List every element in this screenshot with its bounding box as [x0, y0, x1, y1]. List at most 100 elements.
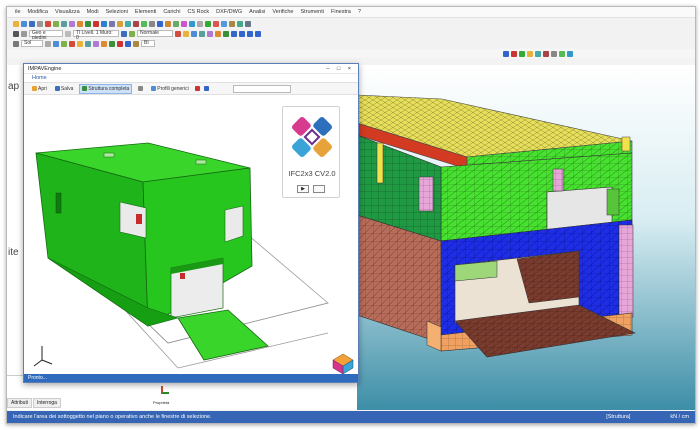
side-view-icon[interactable] [239, 30, 245, 37]
column-tool-icon[interactable] [535, 50, 541, 57]
dropdown-icon[interactable] [65, 30, 71, 37]
menu-item[interactable]: Elementi [135, 9, 156, 15]
wall-tool-icon[interactable] [519, 50, 525, 57]
search-input[interactable] [232, 84, 291, 93]
axes-icon[interactable] [223, 30, 229, 37]
node-tool-icon[interactable] [503, 50, 509, 57]
rotate-icon[interactable] [205, 20, 211, 27]
ortho-icon[interactable] [53, 40, 59, 47]
menu-item[interactable]: CS Rock [187, 9, 209, 15]
layer-icon[interactable] [221, 20, 227, 27]
beam-icon[interactable] [125, 20, 131, 27]
front-view-icon[interactable] [231, 30, 237, 37]
list-icon[interactable] [203, 86, 209, 91]
poly-icon[interactable] [93, 40, 99, 47]
level-combo[interactable]: Tl Livell. 1 Muro: 0 [73, 30, 119, 41]
extra-combo[interactable]: BI [141, 40, 155, 47]
model-icon[interactable] [85, 20, 91, 27]
circle-icon[interactable] [85, 40, 91, 47]
iso-view-icon[interactable] [255, 30, 261, 37]
dim-icon[interactable] [101, 40, 107, 47]
menu-item[interactable]: DXF/DWG [216, 9, 242, 15]
tool-button[interactable] [136, 85, 145, 92]
menu-item[interactable]: Analisi [249, 9, 265, 15]
wall-icon[interactable] [133, 20, 139, 27]
line-icon[interactable] [69, 40, 75, 47]
cut-icon[interactable] [45, 20, 51, 27]
solid-icon[interactable] [199, 30, 205, 37]
undo-icon[interactable] [69, 20, 75, 27]
menu-item[interactable]: ? [358, 9, 361, 15]
report-icon[interactable] [237, 20, 243, 27]
filter-icon[interactable] [129, 30, 135, 37]
select-icon[interactable] [13, 30, 19, 37]
print-icon[interactable] [37, 20, 43, 27]
new-file-icon[interactable] [13, 20, 19, 27]
grid-icon[interactable] [109, 20, 115, 27]
tab-home[interactable]: Home [32, 75, 47, 81]
open-icon[interactable] [21, 20, 27, 27]
redo-icon[interactable] [77, 20, 83, 27]
view-combo[interactable]: Geo e piedini [29, 30, 63, 41]
paste-icon[interactable] [61, 20, 67, 27]
support-tool-icon[interactable] [551, 50, 557, 57]
slab-icon[interactable] [141, 20, 147, 27]
release-tool-icon[interactable] [567, 50, 573, 57]
open-button[interactable]: Apri [30, 85, 49, 93]
color-icon[interactable] [175, 30, 181, 37]
pan-icon[interactable] [197, 20, 203, 27]
delete-icon[interactable] [194, 86, 200, 91]
menu-item[interactable]: Carichi [163, 9, 180, 15]
foundation-tool-icon[interactable] [543, 50, 549, 57]
menu-item[interactable]: Modifica [28, 9, 48, 15]
mode-combo[interactable]: Normale [137, 30, 173, 37]
stop-button[interactable] [313, 185, 325, 193]
snap-icon[interactable] [45, 40, 51, 47]
menu-item[interactable]: Selezioni [106, 9, 128, 15]
view-icon[interactable] [101, 20, 107, 27]
pointer-icon[interactable] [13, 40, 19, 47]
label-icon[interactable] [215, 30, 221, 37]
measure-icon[interactable] [229, 20, 235, 27]
menu-item[interactable]: Finestra [331, 9, 351, 15]
structure-button[interactable]: Struttura completa [79, 83, 133, 94]
zoom-combo[interactable]: Sol [21, 40, 43, 47]
top-view-icon[interactable] [247, 30, 253, 37]
copy-obj-icon[interactable] [125, 40, 131, 47]
move-icon[interactable] [21, 30, 27, 37]
menu-item[interactable]: Modi [87, 9, 99, 15]
text-icon[interactable] [109, 40, 115, 47]
mesh-icon[interactable] [173, 20, 179, 27]
spring-tool-icon[interactable] [559, 50, 565, 57]
mirror-icon[interactable] [133, 40, 139, 47]
shade-icon[interactable] [207, 30, 213, 37]
section-icon[interactable] [213, 20, 219, 27]
save-button[interactable]: Salva [53, 85, 76, 93]
floor-icon[interactable] [121, 30, 127, 37]
erase-icon[interactable] [117, 40, 123, 47]
model-viewport[interactable] [356, 65, 695, 410]
delete-icon[interactable] [93, 20, 99, 27]
node-icon[interactable] [117, 20, 123, 27]
save-icon[interactable] [29, 20, 35, 27]
zoom-icon[interactable] [189, 20, 195, 27]
check-icon[interactable] [165, 20, 171, 27]
settings-icon[interactable] [245, 20, 251, 27]
slab-tool-icon[interactable] [527, 50, 533, 57]
profiles-button[interactable]: Profili generici [149, 85, 190, 93]
tab-query[interactable]: Interroga [32, 398, 61, 408]
beam-tool-icon[interactable] [511, 50, 517, 57]
wire-icon[interactable] [191, 30, 197, 37]
analysis-icon[interactable] [157, 20, 163, 27]
load-icon[interactable] [149, 20, 155, 27]
render-icon[interactable] [181, 20, 187, 27]
rect-icon[interactable] [77, 40, 83, 47]
tab-attributes[interactable]: Attributi [7, 398, 32, 408]
menu-item[interactable]: ile [15, 9, 21, 15]
view-cube[interactable] [332, 353, 354, 375]
menu-item[interactable]: Verifiche [272, 9, 293, 15]
menu-item[interactable]: Visualizza [55, 9, 80, 15]
menu-item[interactable]: Strumenti [300, 9, 324, 15]
window-controls[interactable]: – □ × [326, 66, 354, 72]
light-icon[interactable] [183, 30, 189, 37]
